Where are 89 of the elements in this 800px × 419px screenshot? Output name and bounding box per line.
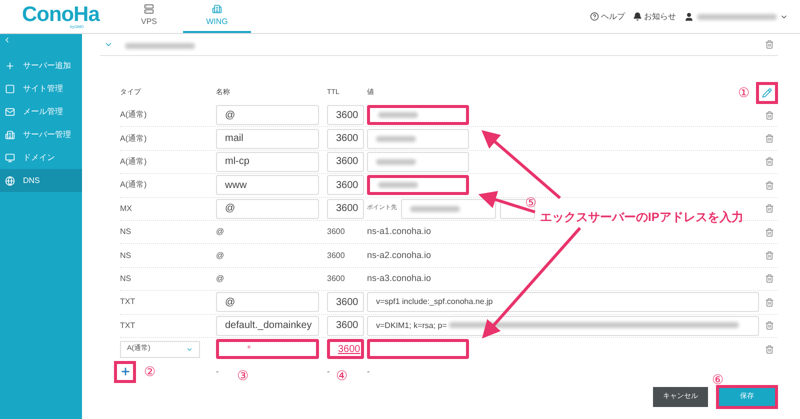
table-cell: - [327, 366, 330, 376]
callout-text: エックスサーバーのIPアドレスを入力 [540, 208, 744, 226]
input-field[interactable]: 3600 [327, 316, 364, 336]
bell-icon [633, 12, 642, 21]
table-cell-text: A(通常) [120, 156, 148, 168]
input-field[interactable]: ml-cp [216, 152, 319, 172]
input-field[interactable]: @ [216, 198, 319, 219]
edit-button[interactable] [756, 82, 778, 104]
input-field[interactable]: 3600 [327, 292, 364, 312]
trash-icon[interactable] [765, 110, 774, 120]
help-icon [590, 12, 599, 21]
nav-tab[interactable]: VPS [115, 0, 183, 33]
add-icon [120, 366, 130, 378]
trash-icon[interactable] [765, 134, 774, 144]
trash-icon[interactable] [765, 298, 774, 307]
blurred-text [378, 112, 418, 118]
table-cell-text: ns-a3.conoha.io [367, 272, 432, 286]
sidebar-item[interactable]: DNS [0, 169, 82, 192]
step-number: ④ [336, 367, 348, 385]
input-field[interactable]: v=DKIM1; k=rsa; p= [367, 316, 759, 336]
menu-icon [5, 176, 15, 186]
input-field[interactable]: www [216, 175, 319, 196]
table-cell-text: A(通常) [120, 179, 148, 192]
table-cell-text: TXT [120, 320, 136, 332]
trash-icon[interactable] [765, 228, 774, 237]
input-field[interactable]: default._domainkey [216, 316, 319, 336]
input-field[interactable] [367, 339, 469, 360]
input-field[interactable]: 3600 [327, 175, 364, 196]
chevron-down-icon [186, 346, 193, 353]
input-field[interactable]: @ [216, 105, 319, 126]
menu-icon [5, 152, 15, 162]
add-button[interactable] [114, 360, 136, 383]
notices-link[interactable]: お知らせ [633, 10, 676, 22]
step-number: ③ [237, 367, 249, 385]
table-cell-text: ns-a1.conoha.io [367, 225, 432, 238]
trash-icon[interactable] [765, 204, 774, 214]
trash-icon[interactable] [765, 40, 774, 49]
trash-icon[interactable] [765, 251, 774, 260]
step-number: ① [738, 84, 750, 102]
trash-icon[interactable] [765, 321, 774, 330]
table-cell-text: NS [120, 226, 132, 238]
blurred-text [376, 158, 416, 165]
table-cell-text: ns-a2.conoha.io [367, 248, 432, 262]
menu-icon [5, 130, 15, 140]
help-link[interactable]: ヘルプ [590, 10, 625, 22]
server-icon [144, 4, 154, 14]
blurred-text [125, 42, 195, 48]
table-cell-text: 3600 [327, 226, 346, 238]
collapse-icon[interactable] [3, 36, 11, 44]
table-cell: - [216, 366, 219, 376]
menu-icon [5, 84, 15, 94]
table-cell-text: @ [216, 226, 226, 238]
step-number: ② [144, 363, 156, 382]
table-cell-text: MX [120, 202, 133, 215]
input-field[interactable]: @ [216, 292, 319, 312]
table-cell-text: A(通常) [120, 109, 148, 122]
table-cell: - [367, 366, 370, 376]
input-field[interactable]: 3600 [327, 339, 364, 360]
blurred-text [376, 136, 416, 142]
user-icon [684, 12, 694, 22]
table-cell-text: TXT [120, 296, 136, 308]
input-field[interactable]: 3600 [327, 128, 364, 149]
user-menu[interactable] [684, 12, 788, 22]
table-cell-text: 3600 [327, 272, 346, 285]
table-cell-text: 3600 [327, 250, 346, 262]
input-field[interactable]: 3600 [327, 152, 364, 172]
trash-icon[interactable] [765, 157, 774, 166]
blurred-text [410, 206, 460, 212]
input-field[interactable] [367, 175, 469, 196]
input-field[interactable] [367, 105, 469, 126]
trash-icon[interactable] [765, 344, 774, 354]
input-field[interactable]: mail [216, 128, 319, 149]
table-cell-text: @ [216, 272, 226, 285]
table-cell-text: @ [216, 250, 226, 262]
menu-icon [5, 60, 15, 70]
input-field[interactable]: v=spf1 include:_spf.conoha.ne.jp [367, 292, 759, 312]
building-icon [212, 4, 222, 14]
blurred-text [378, 182, 418, 188]
chevron-down-icon[interactable] [104, 40, 113, 49]
input-field[interactable]: 3600 [327, 105, 364, 126]
menu-icon [5, 106, 15, 116]
edit-icon [762, 88, 772, 98]
table-cell-text: NS [120, 250, 132, 262]
table-cell-text: NS [120, 272, 132, 285]
trash-icon[interactable] [765, 274, 774, 284]
input-field[interactable]: 3600 [327, 198, 364, 219]
step-number: ⑤ [525, 194, 537, 212]
table-cell-text: A(通常) [120, 132, 148, 145]
trash-icon[interactable] [765, 180, 774, 190]
